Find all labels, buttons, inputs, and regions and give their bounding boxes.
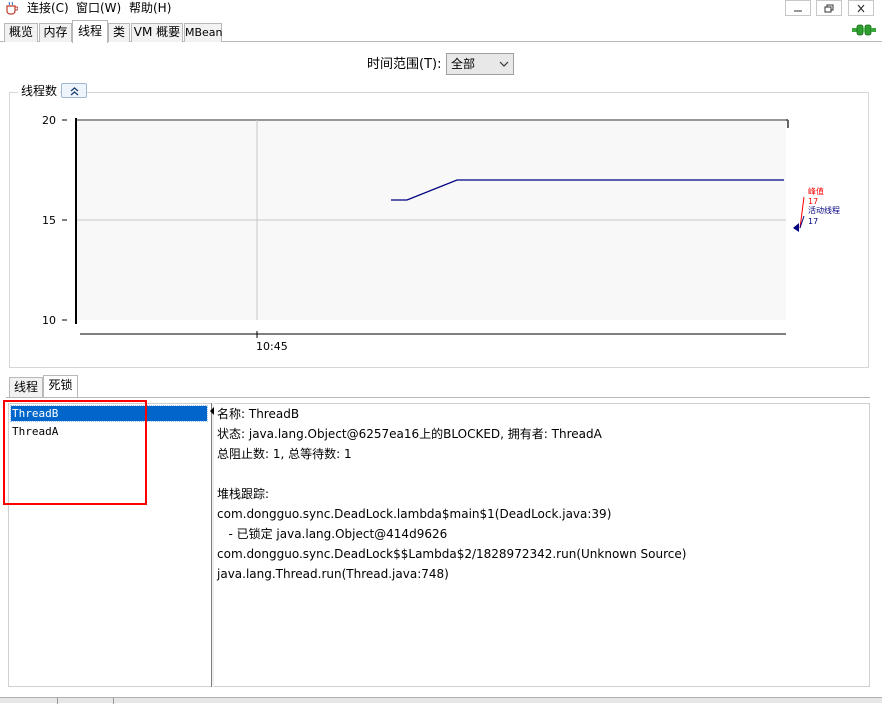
x-tick-label: 10:45 bbox=[256, 340, 288, 353]
threads-panel: 时间范围(T): 全部 线程数 10 15 20 10:45 峰值 17 活动线程 17 线… bbox=[0, 42, 882, 698]
java-coffee-icon bbox=[6, 1, 18, 15]
detail-totals: 总阻止数: 1, 总等待数: 1 bbox=[217, 447, 352, 461]
tab-vm-summary[interactable]: VM 概要 bbox=[131, 23, 183, 42]
stack-frame: com.dongguo.sync.DeadLock$$Lambda$2/1828… bbox=[217, 547, 687, 561]
tab-mbeans[interactable]: MBean bbox=[184, 23, 223, 42]
y-tick-label: 15 bbox=[42, 214, 56, 227]
menu-connect[interactable]: 连接(C) bbox=[25, 0, 71, 18]
double-chevron-up-icon bbox=[70, 87, 79, 96]
chart-title: 线程数 bbox=[18, 84, 61, 98]
tab-classes[interactable]: 类 bbox=[108, 23, 130, 42]
y-tick-label: 10 bbox=[42, 314, 56, 327]
y-tick-label: 20 bbox=[42, 114, 56, 127]
taskbar-strip bbox=[0, 697, 882, 704]
close-button[interactable] bbox=[848, 0, 874, 16]
legend-active-value: 17 bbox=[808, 217, 818, 226]
restore-icon bbox=[824, 4, 834, 13]
legend-value-marker bbox=[793, 223, 799, 232]
red-highlight-annotation bbox=[3, 400, 147, 505]
tab-threads[interactable]: 线程 bbox=[72, 20, 108, 43]
time-range-select[interactable]: 全部 bbox=[446, 53, 514, 75]
stack-frame: java.lang.Thread.run(Thread.java:748) bbox=[217, 567, 449, 581]
tab-overview[interactable]: 概览 bbox=[4, 23, 38, 42]
legend-peak-label: 峰值 bbox=[808, 186, 824, 196]
legend-active-label: 活动线程 bbox=[808, 205, 840, 215]
detail-state: 状态: java.lang.Object@6257ea16上的BLOCKED, … bbox=[217, 427, 602, 441]
legend-peak-value: 17 bbox=[808, 197, 818, 206]
minimize-icon bbox=[794, 10, 802, 12]
time-range-label: 时间范围(T): bbox=[367, 57, 442, 72]
detail-stack-title: 堆栈跟踪: bbox=[217, 487, 270, 501]
subtab-deadlock[interactable]: 死锁 bbox=[43, 375, 78, 397]
menu-help[interactable]: 帮助(H) bbox=[127, 0, 173, 18]
restore-button[interactable] bbox=[816, 0, 842, 16]
time-range-value: 全部 bbox=[451, 57, 476, 71]
stack-frame: com.dongguo.sync.DeadLock.lambda$main$1(… bbox=[217, 507, 612, 521]
main-tab-strip: 概览 内存 线程 类 VM 概要 MBean bbox=[0, 18, 882, 43]
menu-window[interactable]: 窗口(W) bbox=[74, 0, 123, 18]
chevron-down-icon bbox=[499, 61, 509, 67]
thread-detail-pane: 名称: ThreadB 状态: java.lang.Object@6257ea1… bbox=[214, 403, 870, 687]
close-icon bbox=[857, 4, 865, 13]
subtab-threads[interactable]: 线程 bbox=[9, 377, 43, 397]
connection-plug-icon[interactable] bbox=[852, 22, 876, 38]
detail-name: 名称: ThreadB bbox=[217, 407, 300, 421]
stack-lock-info: - 已锁定 java.lang.Object@414d9626 bbox=[217, 527, 448, 541]
minimize-button[interactable] bbox=[785, 0, 811, 16]
menu-bar: 连接(C) 窗口(W) 帮助(H) bbox=[0, 0, 882, 18]
subtab-divider bbox=[6, 397, 870, 398]
tab-memory[interactable]: 内存 bbox=[39, 23, 72, 42]
collapse-chart-button[interactable] bbox=[61, 83, 87, 98]
thread-count-chart: 10152010:45 峰值17活动线程17 bbox=[42, 114, 840, 353]
